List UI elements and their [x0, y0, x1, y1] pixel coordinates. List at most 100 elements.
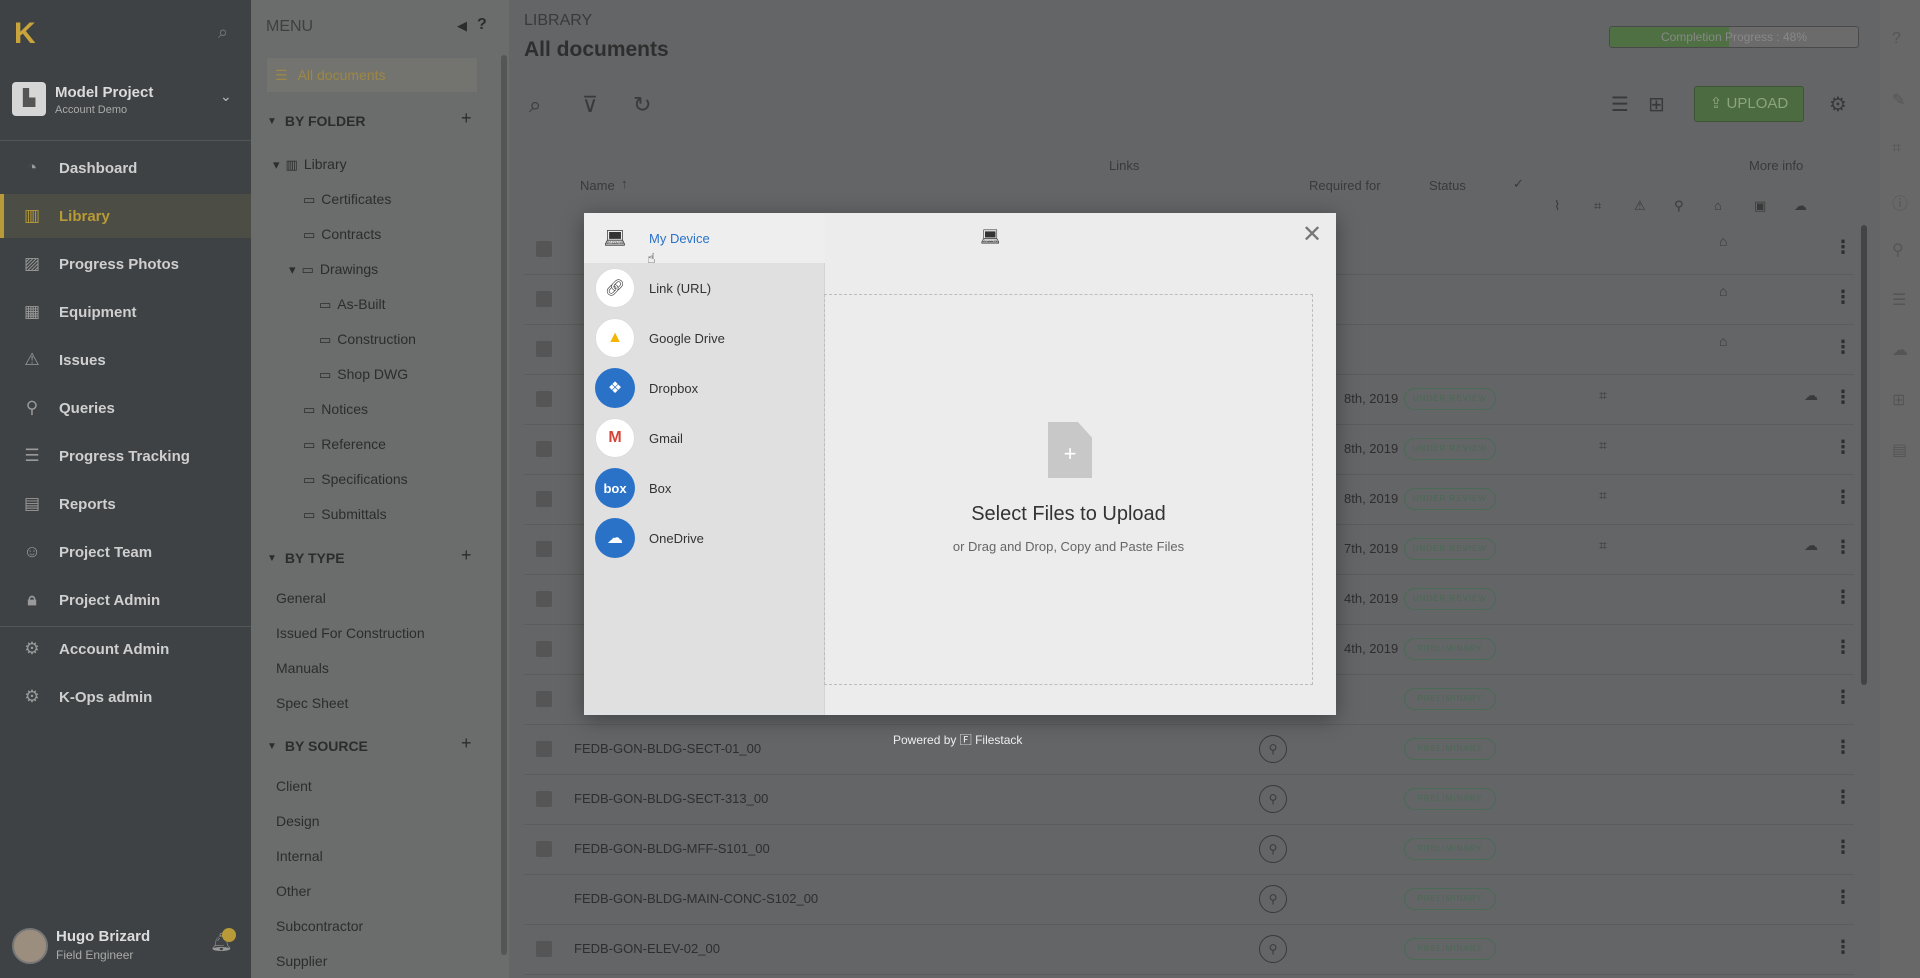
folder-certificates[interactable]: ▭ Certificates	[303, 191, 391, 208]
settings-icon[interactable]: ⚙	[1829, 92, 1847, 117]
table-row[interactable]: FEDB-GON-BLDG-MAIN-CONC-S102_00 ⚲ PRELIMIN…	[524, 875, 1854, 925]
list-icon[interactable]: ▤	[1892, 440, 1907, 460]
row-name[interactable]: FEDB-GON-BLDG-SECT-01_00	[574, 741, 761, 756]
more-vertical-icon[interactable]: ⋮	[1834, 287, 1852, 308]
upload-button[interactable]: ⇪ UPLOAD	[1694, 86, 1804, 122]
source-box[interactable]: box Box	[584, 463, 825, 513]
folder-construction[interactable]: ▭ Construction	[319, 331, 416, 348]
user-profile[interactable]: Hugo Brizard Field Engineer 🔔︎	[0, 918, 251, 978]
more-vertical-icon[interactable]: ⋮	[1834, 837, 1852, 858]
folder-notices[interactable]: ▭ Notices	[303, 401, 368, 418]
folder-as-built[interactable]: ▭ As-Built	[319, 296, 386, 313]
add-folder-icon[interactable]: +	[461, 108, 472, 129]
by-type-section[interactable]: ▼ BY TYPE	[267, 550, 345, 566]
header-status[interactable]: Status	[1429, 178, 1466, 193]
more-vertical-icon[interactable]: ⋮	[1834, 537, 1852, 558]
more-vertical-icon[interactable]: ⋮	[1834, 787, 1852, 808]
location-pin-icon[interactable]: ⚲	[1259, 735, 1287, 763]
nav-queries[interactable]: ⚲ Queries	[0, 386, 251, 430]
layers-icon[interactable]: ☰	[1892, 290, 1906, 310]
nav-progress-photos[interactable]: ▨ Progress Photos	[0, 242, 251, 286]
folder-reference[interactable]: ▭ Reference	[303, 436, 386, 453]
source-google-drive[interactable]: ▲ Google Drive	[584, 313, 825, 363]
search-icon[interactable]: ⌕	[529, 92, 541, 118]
row-name[interactable]: FEDB-GON-ELEV-02_00	[574, 941, 720, 956]
source-link-url[interactable]: 🔗︎ Link (URL)	[584, 263, 825, 313]
all-documents-item[interactable]: ☰ All documents	[267, 58, 477, 92]
more-vertical-icon[interactable]: ⋮	[1834, 487, 1852, 508]
table-row[interactable]: FEDB-GON-ELEV-02_00 ⚲ PRELIMINARY ⋮	[524, 925, 1854, 975]
folder-specifications[interactable]: ▭ Specifications	[303, 471, 408, 488]
type-item[interactable]: Issued For Construction	[276, 625, 425, 641]
more-vertical-icon[interactable]: ⋮	[1834, 937, 1852, 958]
type-item[interactable]: Spec Sheet	[276, 695, 348, 711]
table-row[interactable]: FEDB-GON-BLDG-MFF-S101_00 ⚲ PRELIMINARY ⋮	[524, 825, 1854, 875]
list-view-icon[interactable]: ☰	[1611, 92, 1629, 117]
folder-library[interactable]: ▾ ▥ Library	[273, 156, 347, 173]
row-name[interactable]: FEDB-GON-BLDG-SECT-313_00	[574, 791, 768, 806]
source-item[interactable]: Other	[276, 883, 311, 899]
chevron-down-icon[interactable]: ⌄	[220, 88, 232, 105]
add-source-icon[interactable]: +	[461, 733, 472, 754]
type-item[interactable]: Manuals	[276, 660, 329, 676]
collapse-icon[interactable]: ◀	[457, 18, 467, 34]
folder-shop-dwg[interactable]: ▭ Shop DWG	[319, 366, 408, 383]
file-dropzone[interactable]: + Select Files to Upload or Drag and Dro…	[824, 294, 1313, 685]
pin-icon[interactable]: ⚲	[1892, 240, 1904, 260]
header-required-for[interactable]: Required for	[1309, 178, 1381, 193]
grid-icon[interactable]: ⊞	[1892, 390, 1905, 410]
edit-icon[interactable]: ✎	[1892, 90, 1905, 110]
more-vertical-icon[interactable]: ⋮	[1834, 237, 1852, 258]
source-item[interactable]: Subcontractor	[276, 918, 363, 934]
breadcrumb[interactable]: LIBRARY	[524, 12, 592, 30]
search-icon[interactable]: ⌕	[218, 22, 228, 43]
source-onedrive[interactable]: ☁ OneDrive	[584, 513, 825, 563]
more-vertical-icon[interactable]: ⋮	[1834, 337, 1852, 358]
scan-icon[interactable]: ⌗	[1892, 140, 1901, 158]
more-vertical-icon[interactable]: ⋮	[1834, 737, 1852, 758]
row-name[interactable]: FEDB-GON-BLDG-MAIN-CONC-S102_00	[574, 891, 818, 906]
more-vertical-icon[interactable]: ⋮	[1834, 587, 1852, 608]
table-scrollbar[interactable]	[1861, 225, 1867, 685]
row-name[interactable]: FEDB-GON-BLDG-MFF-S101_00	[574, 841, 770, 856]
nav-project-admin[interactable]: 🔒︎ Project Admin	[0, 578, 251, 622]
table-row[interactable]: FEDB-GON-BLDG-SECT-313_00 ⚲ PRELIMINARY ⋮	[524, 775, 1854, 825]
location-pin-icon[interactable]: ⚲	[1259, 785, 1287, 813]
source-item[interactable]: Client	[276, 778, 312, 794]
nav-project-team[interactable]: ☺ Project Team	[0, 530, 251, 574]
more-vertical-icon[interactable]: ⋮	[1834, 687, 1852, 708]
source-item[interactable]: Internal	[276, 848, 323, 864]
location-pin-icon[interactable]: ⚲	[1259, 835, 1287, 863]
help-icon[interactable]: ?	[1892, 30, 1901, 48]
add-type-icon[interactable]: +	[461, 545, 472, 566]
source-my-device[interactable]: 💻︎ My Device	[584, 213, 825, 263]
nav-issues[interactable]: ⚠ Issues	[0, 338, 251, 382]
source-dropbox[interactable]: ❖ Dropbox	[584, 363, 825, 413]
location-pin-icon[interactable]: ⚲	[1259, 935, 1287, 963]
table-row[interactable]: FEDB-GON-BLDG-SECT-01_00 ⚲ PRELIMINARY ⋮	[524, 725, 1854, 775]
nav-dashboard[interactable]: ◔ Dashboard	[0, 146, 251, 190]
header-name[interactable]: Name	[580, 178, 615, 193]
help-icon[interactable]: ?	[477, 16, 487, 34]
more-vertical-icon[interactable]: ⋮	[1834, 887, 1852, 908]
folder-drawings[interactable]: ▾ ▭ Drawings	[289, 261, 378, 278]
project-selector[interactable]: ▙ Model Project Account Demo ⌄	[0, 76, 251, 124]
info-icon[interactable]: ⓘ	[1892, 190, 1908, 214]
nav-k-ops-admin[interactable]: ⚙ K-Ops admin	[0, 675, 251, 719]
nav-library[interactable]: ▥ Library	[0, 194, 251, 238]
grid-view-icon[interactable]: ⊞	[1648, 92, 1665, 117]
source-item[interactable]: Supplier	[276, 953, 327, 969]
type-item[interactable]: General	[276, 590, 326, 606]
more-vertical-icon[interactable]: ⋮	[1834, 637, 1852, 658]
by-source-section[interactable]: ▼ BY SOURCE	[267, 738, 368, 754]
nav-equipment[interactable]: ▦ Equipment	[0, 290, 251, 334]
sort-up-icon[interactable]: ↑	[621, 176, 628, 191]
by-folder-section[interactable]: ▼ BY FOLDER	[267, 113, 366, 129]
avatar[interactable]	[12, 928, 48, 964]
menu-scrollbar[interactable]	[501, 55, 507, 955]
close-icon[interactable]: ✕	[1302, 223, 1322, 247]
more-vertical-icon[interactable]: ⋮	[1834, 437, 1852, 458]
location-pin-icon[interactable]: ⚲	[1259, 885, 1287, 913]
source-item[interactable]: Design	[276, 813, 320, 829]
nav-reports[interactable]: ▤ Reports	[0, 482, 251, 526]
